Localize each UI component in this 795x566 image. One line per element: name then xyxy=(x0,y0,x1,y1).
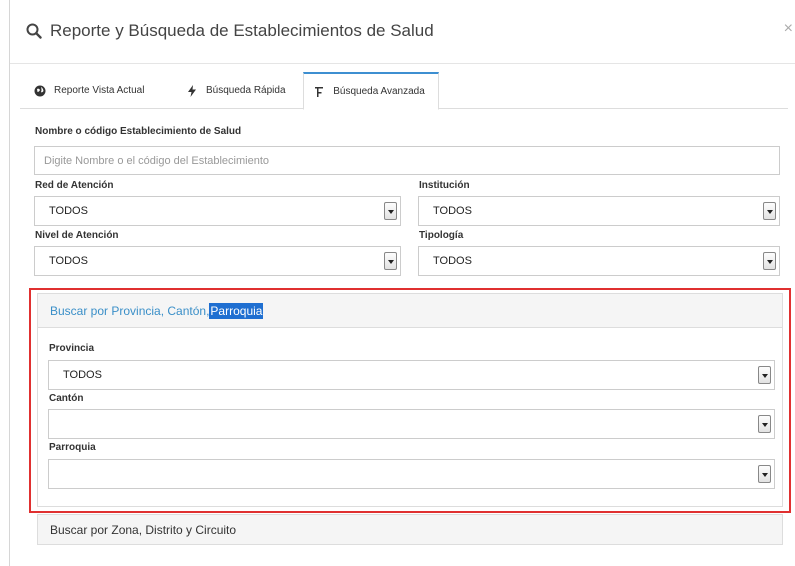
search-icon xyxy=(26,23,42,39)
select-value: TODOS xyxy=(49,205,88,217)
chevron-down-icon xyxy=(758,366,771,384)
chevron-down-icon xyxy=(763,202,776,220)
tab-busqueda-rapida[interactable]: Búsqueda Rápida xyxy=(186,72,286,109)
tab-bar: Reporte Vista Actual Búsqueda Rápida Bús… xyxy=(20,72,788,110)
nivel-atencion-label: Nivel de Atención xyxy=(35,230,119,241)
close-icon[interactable]: × xyxy=(784,20,793,38)
highlighted-text: Parroquia xyxy=(209,302,264,319)
chevron-down-icon xyxy=(384,202,397,220)
provincia-select[interactable]: TODOS xyxy=(48,360,775,390)
institucion-select[interactable]: TODOS xyxy=(418,196,780,226)
tab-busqueda-avanzada[interactable]: Búsqueda Avanzada xyxy=(303,72,439,110)
nivel-atencion-select[interactable]: TODOS xyxy=(34,246,401,276)
heading-text: Buscar por Provincia, Cantón, xyxy=(50,303,210,318)
select-value: TODOS xyxy=(49,255,88,267)
bolt-icon xyxy=(188,84,196,97)
location-panel-heading[interactable]: Buscar por Provincia, Cantón, Parroquia xyxy=(38,294,782,328)
tab-reporte-vista-actual[interactable]: Reporte Vista Actual xyxy=(34,72,144,109)
name-label: Nombre o código Establecimiento de Salud xyxy=(35,126,242,137)
canton-label: Cantón xyxy=(49,393,84,404)
zone-panel-heading: Buscar por Zona, Distrito y Circuito xyxy=(50,522,237,537)
chevron-down-icon xyxy=(758,465,771,483)
red-atencion-select[interactable]: TODOS xyxy=(34,196,401,226)
tab-label: Reporte Vista Actual xyxy=(54,85,145,96)
chevron-down-icon xyxy=(763,252,776,270)
select-value: TODOS xyxy=(433,255,472,267)
tipologia-select[interactable]: TODOS xyxy=(418,246,780,276)
modal-header: Reporte y Búsqueda de Establecimientos d… xyxy=(10,0,795,64)
chevron-down-icon xyxy=(384,252,397,270)
tab-label: Búsqueda Rápida xyxy=(206,85,286,96)
search-modal: Reporte y Búsqueda de Establecimientos d… xyxy=(9,0,795,566)
select-value: TODOS xyxy=(433,205,472,217)
tab-label: Búsqueda Avanzada xyxy=(333,86,425,97)
parroquia-label: Parroquia xyxy=(49,442,96,453)
provincia-label: Provincia xyxy=(49,343,95,354)
red-atencion-label: Red de Atención xyxy=(35,180,114,191)
filter-icon xyxy=(315,86,324,97)
search-input[interactable] xyxy=(34,146,780,175)
select-value: TODOS xyxy=(63,369,102,381)
modal-title: Reporte y Búsqueda de Establecimientos d… xyxy=(50,21,434,40)
tipologia-label: Tipología xyxy=(419,230,464,241)
chevron-down-icon xyxy=(758,415,771,433)
globe-icon xyxy=(34,85,46,96)
zone-search-panel[interactable]: Buscar por Zona, Distrito y Circuito xyxy=(37,514,783,545)
parroquia-select[interactable] xyxy=(48,459,775,489)
canton-select[interactable] xyxy=(48,409,775,439)
institucion-label: Institución xyxy=(419,180,470,191)
